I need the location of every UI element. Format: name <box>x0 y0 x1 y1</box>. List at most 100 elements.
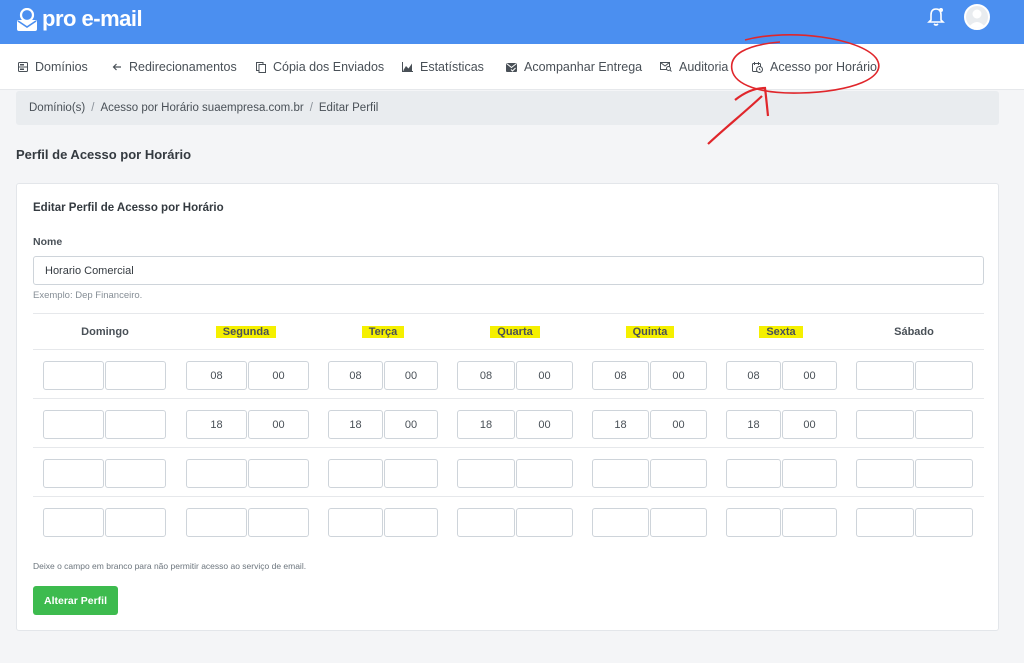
hour-input[interactable] <box>328 508 383 537</box>
logo[interactable]: pro e-mail <box>16 6 143 32</box>
nav-item-redirecionamentos[interactable]: Redirecionamentos <box>112 60 237 74</box>
row-divider <box>33 398 984 399</box>
minute-input[interactable]: 00 <box>516 361 573 390</box>
minute-input[interactable]: 00 <box>782 361 837 390</box>
day-header-4: Quinta <box>590 326 710 338</box>
hour-input[interactable] <box>186 459 247 488</box>
page-title: Perfil de Acesso por Horário <box>16 147 192 162</box>
breadcrumb-item[interactable]: Domínio(s) <box>29 102 85 114</box>
day-header-3: Quarta <box>455 326 575 338</box>
row-divider <box>33 447 984 448</box>
minute-input[interactable]: 00 <box>248 361 309 390</box>
hour-input[interactable]: 08 <box>592 361 649 390</box>
name-help-text: Exemplo: Dep Financeiro. <box>33 290 143 301</box>
card-title: Editar Perfil de Acesso por Horário <box>33 202 224 214</box>
user-avatar[interactable] <box>964 4 990 30</box>
hour-input[interactable] <box>856 410 914 439</box>
minute-input[interactable] <box>384 508 438 537</box>
hour-input[interactable]: 18 <box>186 410 247 439</box>
minute-input[interactable]: 00 <box>650 361 707 390</box>
minute-input[interactable]: 00 <box>650 410 707 439</box>
nav-item-acompanhar-entrega[interactable]: Acompanhar Entrega <box>506 60 642 74</box>
nav-item-estatisticas[interactable]: Estatísticas <box>402 60 484 74</box>
minute-input[interactable] <box>248 459 309 488</box>
hour-input[interactable] <box>328 459 383 488</box>
hour-input[interactable] <box>43 459 104 488</box>
submit-button[interactable]: Alterar Perfil <box>33 586 118 615</box>
hour-input[interactable] <box>43 410 104 439</box>
hour-input[interactable]: 08 <box>457 361 515 390</box>
hour-input[interactable] <box>186 508 247 537</box>
notification-bell-icon[interactable] <box>926 6 946 28</box>
breadcrumb-separator: / <box>91 102 95 114</box>
hour-input[interactable]: 18 <box>592 410 649 439</box>
day-header-label: Quarta <box>490 326 540 338</box>
minute-input[interactable]: 00 <box>384 361 438 390</box>
breadcrumb-item-current: Editar Perfil <box>318 102 379 114</box>
hour-input[interactable] <box>856 459 914 488</box>
minute-input[interactable] <box>650 459 707 488</box>
minute-input[interactable] <box>516 459 573 488</box>
minute-input[interactable] <box>105 410 166 439</box>
minute-input[interactable] <box>105 361 166 390</box>
calendar-clock-icon <box>752 61 763 73</box>
day-header-label: Quinta <box>625 326 675 338</box>
minute-input[interactable]: 00 <box>384 410 438 439</box>
minute-input[interactable] <box>105 508 166 537</box>
day-header-0: Domingo <box>45 326 165 338</box>
mail-check-icon <box>506 62 517 72</box>
minute-input[interactable] <box>915 459 973 488</box>
hour-input[interactable]: 18 <box>726 410 781 439</box>
breadcrumb-item[interactable]: Acesso por Horário suaempresa.com.br <box>100 102 303 114</box>
hour-input[interactable] <box>726 508 781 537</box>
logo-icon <box>16 7 38 31</box>
minute-input[interactable] <box>105 459 166 488</box>
hour-input[interactable] <box>43 361 104 390</box>
nav-item-label: Domínios <box>35 60 88 74</box>
main-nav: Domínios Redirecionamentos Cópia dos Env… <box>0 44 1024 90</box>
minute-input[interactable]: 00 <box>248 410 309 439</box>
nav-item-auditoria[interactable]: Auditoria <box>660 60 728 74</box>
minute-input[interactable]: 00 <box>516 410 573 439</box>
breadcrumb-separator: / <box>309 102 313 114</box>
arrow-left-icon <box>112 63 121 71</box>
hour-input[interactable]: 08 <box>186 361 247 390</box>
minute-input[interactable] <box>782 459 837 488</box>
hour-input[interactable] <box>856 508 914 537</box>
nav-item-copia-enviados[interactable]: Cópia dos Enviados <box>256 60 384 74</box>
hour-input[interactable] <box>457 508 515 537</box>
name-label: Nome <box>33 236 63 248</box>
hour-input[interactable]: 08 <box>726 361 781 390</box>
top-bar: pro e-mail <box>0 0 1024 44</box>
nav-item-label: Acompanhar Entrega <box>524 60 643 74</box>
name-input[interactable]: Horario Comercial <box>33 256 984 285</box>
hour-input[interactable] <box>856 361 914 390</box>
minute-input[interactable] <box>650 508 707 537</box>
mail-search-icon <box>660 62 672 72</box>
table-top-border <box>33 313 984 314</box>
minute-input[interactable] <box>915 361 973 390</box>
minute-input[interactable] <box>782 508 837 537</box>
hour-input[interactable] <box>457 459 515 488</box>
minute-input[interactable] <box>516 508 573 537</box>
name-input-value: Horario Comercial <box>45 264 134 277</box>
minute-input[interactable] <box>384 459 438 488</box>
hour-input[interactable] <box>726 459 781 488</box>
minute-input[interactable] <box>915 508 973 537</box>
hour-input[interactable] <box>43 508 104 537</box>
minute-input[interactable] <box>915 410 973 439</box>
hour-input[interactable]: 08 <box>328 361 383 390</box>
hour-input[interactable]: 18 <box>328 410 383 439</box>
day-header-2: Terça <box>323 326 443 338</box>
server-icon <box>18 62 28 72</box>
nav-item-acesso-por-horario[interactable]: Acesso por Horário <box>752 60 877 74</box>
footnote: Deixe o campo em branco para não permiti… <box>33 561 307 571</box>
nav-item-dominios[interactable]: Domínios <box>18 60 88 74</box>
table-header-border <box>33 349 984 350</box>
minute-input[interactable]: 00 <box>782 410 837 439</box>
nav-item-label: Redirecionamentos <box>129 60 237 74</box>
hour-input[interactable]: 18 <box>457 410 515 439</box>
minute-input[interactable] <box>248 508 309 537</box>
hour-input[interactable] <box>592 459 649 488</box>
hour-input[interactable] <box>592 508 649 537</box>
